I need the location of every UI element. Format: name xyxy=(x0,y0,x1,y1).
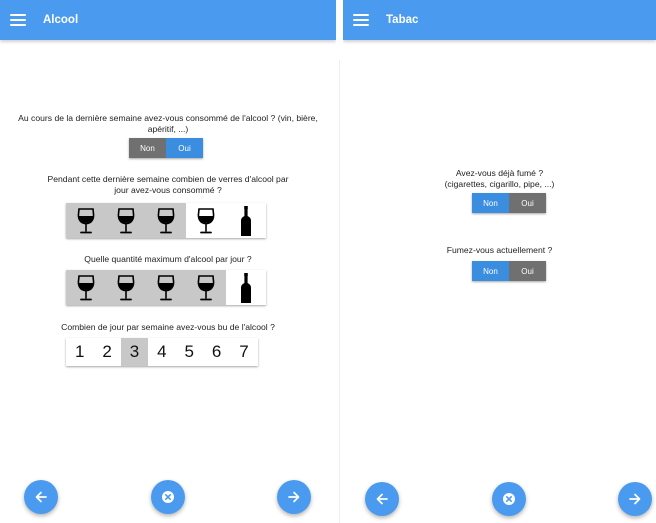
arrow-left-icon xyxy=(34,490,48,504)
day-option-7[interactable]: 7 xyxy=(230,338,257,366)
wine-glass-icon xyxy=(195,207,217,235)
glass-option-4[interactable] xyxy=(186,203,226,238)
days-per-week-selector: 1 2 3 4 5 6 7 xyxy=(66,338,258,366)
wine-glass-icon xyxy=(115,207,137,235)
question-ever-smoked-line2: (cigarettes, cigarillo, pipe, ...) xyxy=(444,179,555,189)
wine-glass-icon xyxy=(195,274,217,302)
cancel-button[interactable] xyxy=(151,480,185,514)
wine-glass-icon xyxy=(75,207,97,235)
ever-smoked-toggle: Non Oui xyxy=(472,193,546,213)
day-option-5[interactable]: 5 xyxy=(176,338,203,366)
question-ever-smoked-line1: Avez-vous déjà fumé ? xyxy=(455,168,544,178)
no-button[interactable]: Non xyxy=(129,138,166,158)
question-glasses-per-day: Pendant cette dernière semaine combien d… xyxy=(47,174,289,195)
glass-option-1[interactable] xyxy=(66,203,106,238)
alcohol-consumed-toggle: Non Oui xyxy=(129,138,203,158)
yes-button[interactable]: Oui xyxy=(166,138,203,158)
alcool-screen: Alcool Au cours de la dernière semaine a… xyxy=(0,0,336,523)
no-button[interactable]: Non xyxy=(472,261,509,281)
arrow-right-icon xyxy=(628,492,642,506)
question-ever-smoked: Avez-vous déjà fumé ? (cigarettes, cigar… xyxy=(343,168,656,190)
back-button[interactable] xyxy=(24,480,58,514)
wine-glass-icon xyxy=(115,274,137,302)
glasses-per-day-selector xyxy=(66,203,266,238)
yes-button[interactable]: Oui xyxy=(509,193,546,213)
menu-icon[interactable] xyxy=(10,13,26,27)
yes-button[interactable]: Oui xyxy=(509,261,546,281)
arrow-left-icon xyxy=(375,492,389,506)
glass-option-1[interactable] xyxy=(66,270,106,305)
arrow-right-icon xyxy=(287,490,301,504)
day-option-1[interactable]: 1 xyxy=(66,338,93,366)
glass-option-2[interactable] xyxy=(106,203,146,238)
menu-icon[interactable] xyxy=(353,13,369,27)
glass-option-4[interactable] xyxy=(186,270,226,305)
page-title: Tabac xyxy=(386,14,419,26)
back-button[interactable] xyxy=(365,482,399,516)
app-bar: Tabac xyxy=(343,0,656,40)
cancel-button[interactable] xyxy=(492,482,526,516)
glass-option-3[interactable] xyxy=(146,270,186,305)
question-max-per-day: Quelle quantité maximum d'alcool par jou… xyxy=(84,254,252,264)
glass-option-2[interactable] xyxy=(106,270,146,305)
app-bar: Alcool xyxy=(0,0,336,40)
currently-smoking-toggle: Non Oui xyxy=(472,261,546,281)
tabac-screen: Tabac Avez-vous déjà fumé ? (cigarettes,… xyxy=(343,0,656,523)
no-button[interactable]: Non xyxy=(472,193,509,213)
close-icon xyxy=(502,492,516,506)
max-per-day-selector xyxy=(66,270,266,305)
close-icon xyxy=(161,490,175,504)
bottle-option[interactable] xyxy=(226,203,266,238)
next-button[interactable] xyxy=(277,480,311,514)
wine-glass-icon xyxy=(155,207,177,235)
question-alcohol-consumed: Au cours de la dernière semaine avez-vou… xyxy=(18,113,318,134)
day-option-4[interactable]: 4 xyxy=(148,338,175,366)
bottle-icon xyxy=(239,272,253,304)
question-currently-smoking: Fumez-vous actuellement ? xyxy=(446,245,553,255)
day-option-3[interactable]: 3 xyxy=(120,338,149,366)
next-button[interactable] xyxy=(618,482,652,516)
day-option-6[interactable]: 6 xyxy=(203,338,230,366)
wine-glass-icon xyxy=(155,274,177,302)
wine-glass-icon xyxy=(75,274,97,302)
question-days-per-week: Combien de jour par semaine avez-vous bu… xyxy=(61,322,275,332)
screen-divider xyxy=(336,0,343,523)
day-option-2[interactable]: 2 xyxy=(93,338,120,366)
bottle-icon xyxy=(239,205,253,237)
glass-option-3[interactable] xyxy=(146,203,186,238)
page-title: Alcool xyxy=(43,14,79,26)
bottle-option[interactable] xyxy=(226,270,266,305)
